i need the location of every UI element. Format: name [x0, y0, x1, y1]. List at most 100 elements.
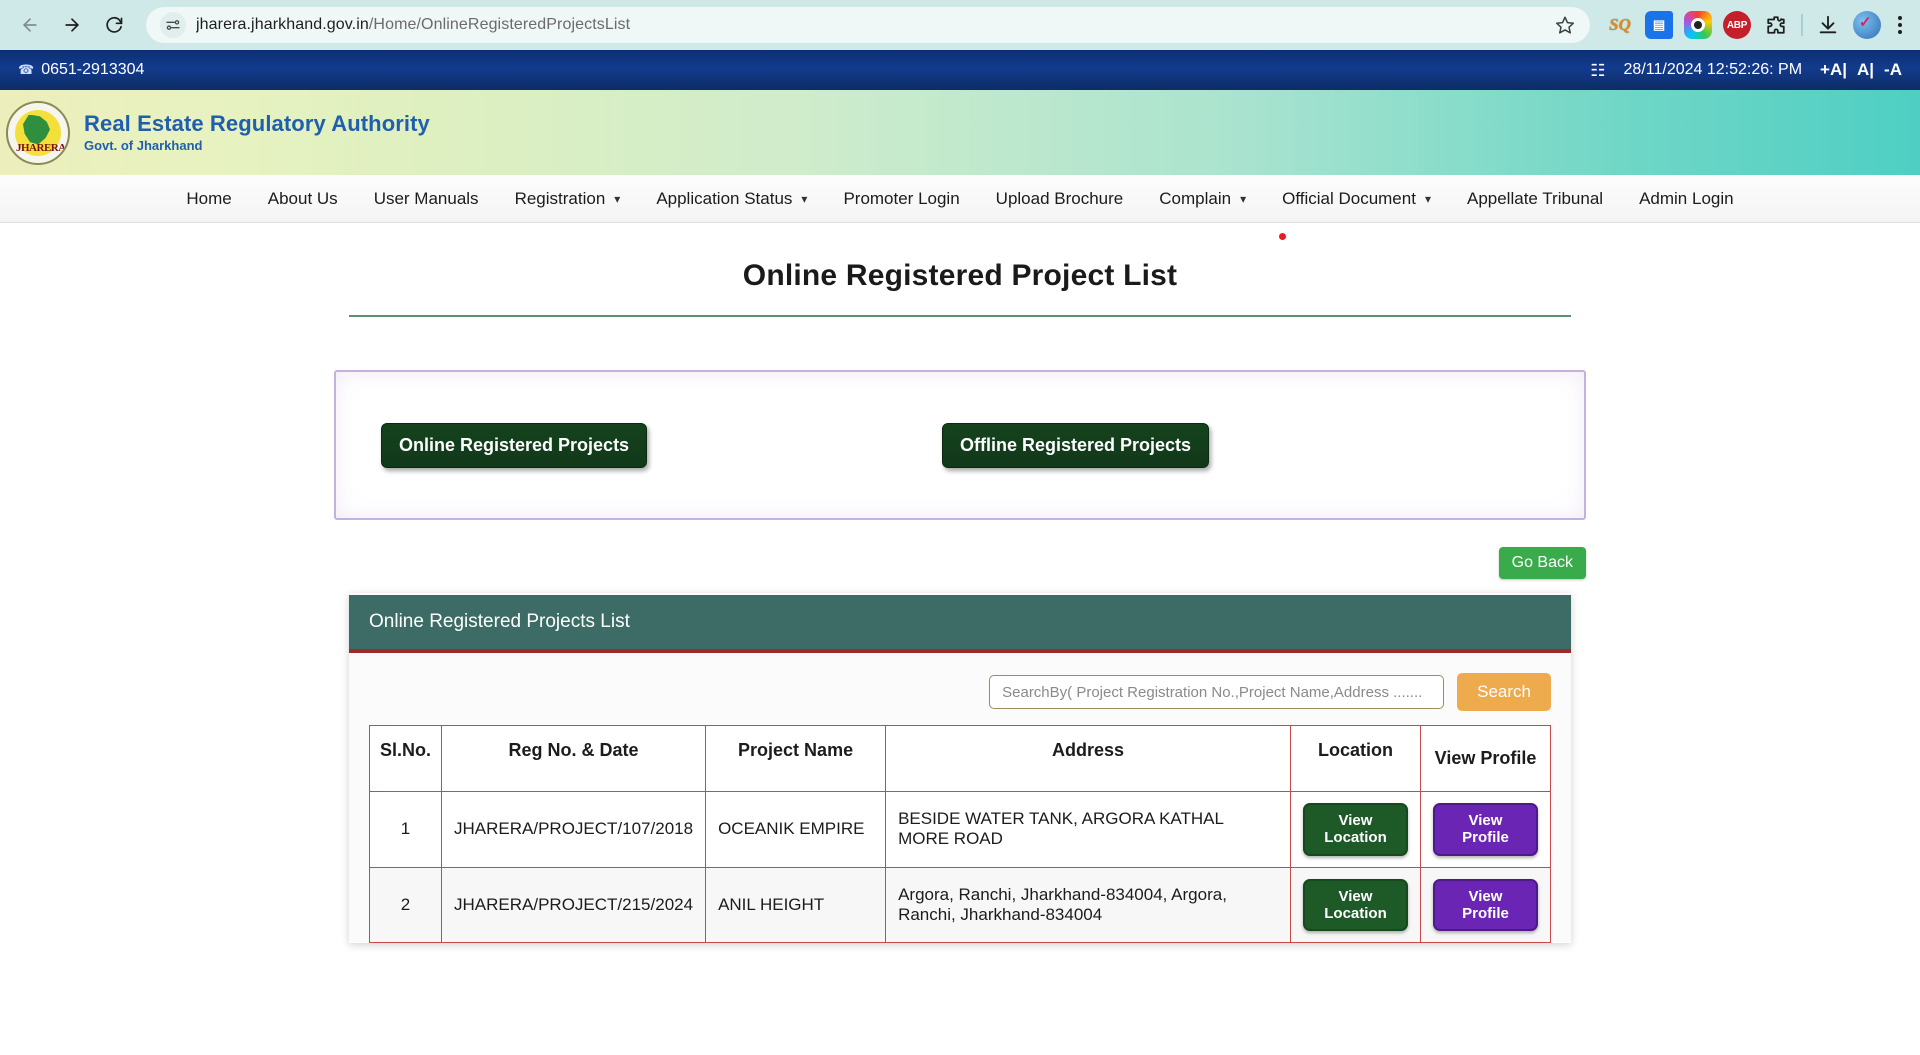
- sitemap-icon[interactable]: ☷: [1590, 62, 1605, 79]
- font-increase-button[interactable]: +A|: [1820, 60, 1847, 80]
- column-header-address: Address: [885, 725, 1291, 792]
- logo-text: JHARERA: [16, 141, 66, 154]
- nav-item-upload-brochure[interactable]: Upload Brochure: [978, 175, 1142, 222]
- cell-address: BESIDE WATER TANK, ARGORA KATHAL MORE RO…: [885, 791, 1291, 868]
- page-title: Online Registered Project List: [742, 259, 1178, 292]
- profile-avatar-icon[interactable]: [1853, 11, 1881, 39]
- nav-label: Complain: [1159, 188, 1232, 208]
- nav-label: Promoter Login: [843, 188, 960, 208]
- bookmark-star-icon[interactable]: [1550, 10, 1580, 40]
- gov-top-bar: ☎ 0651-2913304 ☷ 28/11/2024 12:52:26: PM…: [0, 50, 1920, 90]
- view-location-button[interactable]: View Location: [1303, 803, 1408, 856]
- reload-button[interactable]: [96, 7, 132, 43]
- cell-view-profile: View Profile: [1420, 866, 1551, 943]
- nav-label: Upload Brochure: [995, 188, 1124, 208]
- column-header-slno: Sl.No.: [368, 725, 443, 792]
- nav-item-complain[interactable]: Complain ▾: [1141, 175, 1264, 222]
- topbar-tools: ☷ 28/11/2024 12:52:26: PM +A| A| -A: [1590, 60, 1902, 80]
- nav-item-user-manuals[interactable]: User Manuals: [356, 175, 497, 222]
- column-header-reg-no-date: Reg No. & Date: [441, 725, 707, 792]
- chevron-down-icon: ▾: [614, 191, 621, 206]
- projects-table: Sl.No. Reg No. & Date Project Name Addre…: [368, 725, 1551, 943]
- cell-view-profile: View Profile: [1420, 791, 1551, 868]
- nav-item-appellate-tribunal[interactable]: Appellate Tribunal: [1449, 175, 1621, 222]
- kebab-menu-icon[interactable]: [1892, 16, 1908, 34]
- nav-label: Official Document: [1282, 188, 1416, 208]
- blue-tag-extension-icon[interactable]: ▤: [1645, 11, 1673, 39]
- nav-label: Registration: [514, 188, 606, 208]
- nav-item-registration[interactable]: Registration ▾: [497, 175, 639, 222]
- online-registered-projects-button[interactable]: Online Registered Projects: [381, 422, 648, 468]
- projects-panel: Online Registered Projects List SearchBy…: [349, 593, 1571, 943]
- column-header-view-profile: View Profile: [1420, 725, 1551, 792]
- table-body: 1 JHARERA/PROJECT/107/2018 OCEANIK EMPIR…: [368, 791, 1551, 943]
- table-header-row: Sl.No. Reg No. & Date Project Name Addre…: [368, 725, 1551, 792]
- site-settings-icon[interactable]: [160, 12, 186, 38]
- nav-item-about-us[interactable]: About Us: [250, 175, 356, 222]
- cell-location: View Location: [1290, 866, 1421, 943]
- chevron-down-icon: ▾: [1424, 191, 1431, 206]
- column-header-project-name: Project Name: [705, 725, 887, 792]
- sq-extension-icon[interactable]: SQ: [1606, 11, 1634, 39]
- nav-label: User Manuals: [373, 188, 479, 208]
- jharera-seal-logo: JHARERA: [6, 100, 70, 165]
- table-row: 1 JHARERA/PROJECT/107/2018 OCEANIK EMPIR…: [368, 791, 1551, 868]
- toolbar-divider: [1801, 14, 1803, 36]
- table-row: 2 JHARERA/PROJECT/215/2024 ANIL HEIGHT A…: [368, 866, 1551, 943]
- offline-registered-projects-button[interactable]: Offline Registered Projects: [942, 422, 1210, 468]
- font-normal-button[interactable]: A|: [1857, 60, 1874, 80]
- cell-slno: 2: [368, 866, 443, 943]
- phone-icon: ☎: [18, 62, 35, 77]
- nav-item-admin-login[interactable]: Admin Login: [1621, 175, 1752, 222]
- camera-ring-extension-icon[interactable]: [1684, 11, 1712, 39]
- cursor-marker: [1279, 233, 1286, 240]
- cell-reg-no-date: JHARERA/PROJECT/215/2024: [441, 866, 707, 943]
- panel-body: SearchBy( Project Registration No.,Proje…: [349, 653, 1571, 943]
- downloads-icon[interactable]: [1814, 11, 1842, 39]
- table-header: Sl.No. Reg No. & Date Project Name Addre…: [368, 725, 1551, 792]
- cell-address: Argora, Ranchi, Jharkhand-834004, Argora…: [885, 866, 1291, 943]
- nav-label: Admin Login: [1639, 188, 1734, 208]
- nav-item-promoter-login[interactable]: Promoter Login: [825, 175, 977, 222]
- cell-reg-no-date: JHARERA/PROJECT/107/2018: [441, 791, 707, 868]
- nav-label: Application Status: [656, 188, 793, 208]
- font-size-controls: +A| A| -A: [1820, 60, 1902, 80]
- nav-item-home[interactable]: Home: [168, 175, 249, 222]
- main-navigation: Home About Us User Manuals Registration ▾…: [0, 175, 1920, 240]
- search-button[interactable]: Search: [1457, 673, 1551, 711]
- forward-button[interactable]: [54, 7, 90, 43]
- view-location-button[interactable]: View Location: [1303, 878, 1408, 931]
- search-row: SearchBy( Project Registration No.,Proje…: [369, 667, 1551, 725]
- cell-project-name: OCEANIK EMPIRE: [705, 791, 887, 868]
- go-back-row: Go Back: [334, 547, 1586, 579]
- nav-item-application-status[interactable]: Application Status ▾: [638, 175, 825, 222]
- extensions-tray: SQ ▤ ABP: [1602, 11, 1908, 39]
- nav-label: About Us: [267, 188, 338, 208]
- site-banner: JHARERA Real Estate Regulatory Authority…: [0, 90, 1920, 175]
- brand-block: Real Estate Regulatory Authority Govt. o…: [84, 110, 430, 153]
- cell-location: View Location: [1290, 791, 1421, 868]
- nav-label: Home: [186, 188, 232, 208]
- current-datetime: 28/11/2024 12:52:26: PM: [1623, 61, 1803, 78]
- cell-project-name: ANIL HEIGHT: [705, 866, 887, 943]
- helpline-number: 0651-2913304: [41, 61, 145, 78]
- search-input[interactable]: SearchBy( Project Registration No.,Proje…: [989, 675, 1445, 709]
- address-bar[interactable]: jharera.jharkhand.gov.in/Home/OnlineRegi…: [146, 7, 1590, 43]
- nav-label: Appellate Tribunal: [1466, 188, 1604, 208]
- go-back-button[interactable]: Go Back: [1498, 547, 1586, 579]
- panel-heading: Online Registered Projects List: [349, 595, 1571, 653]
- browser-toolbar: jharera.jharkhand.gov.in/Home/OnlineRegi…: [0, 0, 1920, 50]
- url-domain: jharera.jharkhand.gov.in: [196, 16, 369, 33]
- view-profile-button[interactable]: View Profile: [1433, 878, 1538, 931]
- back-button[interactable]: [12, 7, 48, 43]
- chevron-down-icon: ▾: [801, 191, 808, 206]
- view-profile-button[interactable]: View Profile: [1433, 803, 1538, 856]
- column-header-location: Location: [1290, 725, 1421, 792]
- nav-item-official-document[interactable]: Official Document ▾: [1264, 175, 1449, 222]
- adblock-plus-extension-icon[interactable]: ABP: [1723, 11, 1751, 39]
- font-decrease-button[interactable]: -A: [1884, 60, 1902, 80]
- puzzle-extensions-icon[interactable]: [1762, 11, 1790, 39]
- brand-title: Real Estate Regulatory Authority: [84, 110, 430, 136]
- contact-block: ☎ 0651-2913304: [18, 61, 144, 79]
- url-path: /Home/OnlineRegisteredProjectsList: [368, 16, 631, 33]
